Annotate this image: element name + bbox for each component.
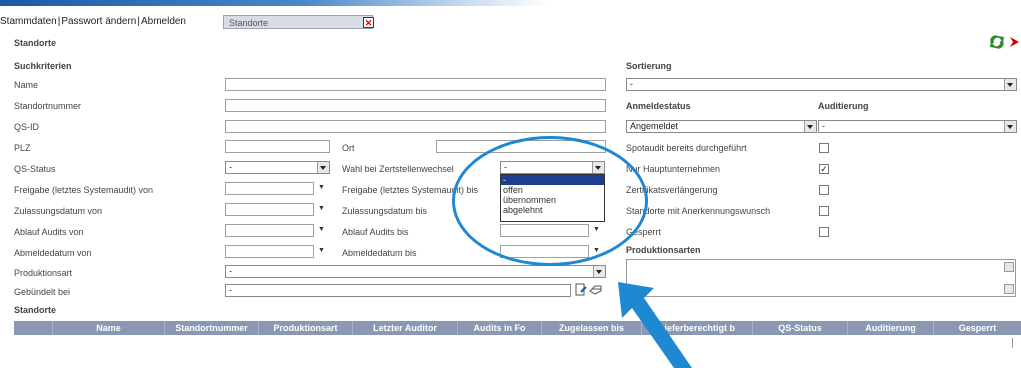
zul-von-input[interactable] [225, 203, 314, 216]
column-header[interactable]: Letzter Auditor [352, 321, 457, 335]
sort-heading: Sortierung [626, 61, 672, 71]
ort-label: Ort [342, 143, 355, 153]
page-title: Standorte [14, 38, 57, 48]
gesperrt-checkbox[interactable] [819, 227, 829, 237]
haupt-label: Nur Hauptunternehmen [626, 164, 721, 174]
chevron-down-icon [317, 162, 329, 173]
name-label: Name [14, 80, 39, 90]
produktionsart-select[interactable]: - [225, 265, 606, 278]
ablauf-von-label: Ablauf Audits von [14, 227, 84, 237]
qsid-input[interactable] [225, 120, 606, 133]
abmelde-bis-label: Abmeldedatum bis [342, 248, 417, 258]
spotaudit-label: Spotaudit bereits durchgeführt [626, 143, 747, 153]
audit-value: - [822, 121, 825, 131]
tab-close-icon[interactable]: ✕ [363, 17, 374, 28]
qsid-label: QS-ID [14, 122, 40, 132]
sort-value: - [630, 79, 633, 89]
qsstatus-select[interactable]: - [225, 161, 330, 174]
zul-von-label: Zulassungsdatum von [14, 206, 103, 216]
highlight-ellipse [452, 136, 648, 266]
column-header[interactable]: Audits in Fo [457, 321, 541, 335]
tab-standorte[interactable]: Standorte [223, 15, 373, 29]
anerkennung-label: Standorte mit Anerkennungswunsch [626, 206, 771, 216]
produktionsart-label: Produktionsart [14, 268, 73, 278]
column-header[interactable]: Gesperrt [933, 321, 1021, 335]
calendar-arrow-icon[interactable]: ▼ [318, 247, 325, 254]
nav-abmelden[interactable]: Abmelden [141, 16, 186, 27]
column-header[interactable]: Produktionsart [258, 321, 352, 335]
name-input[interactable] [225, 78, 606, 91]
ablauf-von-input[interactable] [225, 224, 314, 237]
calendar-arrow-icon[interactable]: ▼ [318, 226, 325, 233]
ablauf-bis-label: Ablauf Audits bis [342, 227, 409, 237]
audit-heading: Auditierung [818, 101, 869, 111]
scroll-up-icon[interactable] [1004, 262, 1014, 272]
zul-bis-label: Zulassungsdatum bis [342, 206, 428, 216]
search-heading: Suchkriterien [14, 61, 72, 71]
gebuendelt-label: Gebündelt bei [14, 287, 71, 297]
gebuendelt-value: - [229, 285, 232, 295]
chevron-down-icon [1004, 79, 1016, 90]
produktionsart-value: - [229, 266, 232, 276]
wahl-label: Wahl bei Zertstellenwechsel [342, 164, 454, 174]
prod-heading: Produktionsarten [626, 245, 701, 255]
column-header[interactable]: QS-Status [752, 321, 847, 335]
scroll-down-icon[interactable] [1004, 284, 1014, 294]
edit-document-icon[interactable] [575, 283, 587, 296]
standortnummer-label: Standortnummer [14, 101, 82, 111]
zert-checkbox[interactable] [819, 185, 829, 195]
qsstatus-label: QS-Status [14, 164, 56, 174]
anmelde-heading: Anmeldestatus [626, 101, 691, 111]
audit-select[interactable]: - [818, 120, 1017, 133]
results-table-header: Name Standortnummer Produktionsart Letzt… [14, 321, 1021, 335]
gebuendelt-input[interactable]: - [225, 284, 571, 297]
chevron-down-icon [593, 266, 605, 277]
spotaudit-checkbox[interactable] [819, 143, 829, 153]
anmelde-select[interactable]: Angemeldet [626, 120, 817, 133]
abmelde-von-label: Abmeldedatum von [14, 248, 92, 258]
results-heading: Standorte [14, 305, 57, 315]
calendar-arrow-icon[interactable]: ▼ [318, 184, 325, 191]
top-nav: Stammdaten|Passwort ändern|Abmelden [0, 16, 186, 27]
haupt-checkbox[interactable]: ✓ [819, 164, 829, 174]
sort-select[interactable]: - [626, 78, 1017, 91]
qsstatus-value: - [229, 162, 232, 172]
column-header[interactable]: Standortnummer [164, 321, 258, 335]
freigabe-von-label: Freigabe (letztes Systemaudit) von [14, 185, 154, 195]
annotation-arrow-icon [618, 282, 692, 368]
column-header[interactable]: Auditierung [847, 321, 933, 335]
nav-passwort[interactable]: Passwort ändern [61, 16, 136, 27]
standortnummer-input[interactable] [225, 99, 606, 112]
calendar-arrow-icon[interactable]: ▼ [318, 205, 325, 212]
top-banner [0, 0, 550, 6]
chevron-down-icon [1004, 121, 1016, 132]
plz-label: PLZ [14, 143, 31, 153]
plz-input[interactable] [225, 140, 330, 153]
abmelde-von-input[interactable] [225, 245, 314, 258]
table-scrollbar[interactable] [1012, 338, 1019, 348]
anerkennung-checkbox[interactable] [819, 206, 829, 216]
tab-label: Standorte [229, 18, 269, 28]
freigabe-von-input[interactable] [225, 182, 314, 195]
nav-stammdaten[interactable]: Stammdaten [0, 16, 57, 27]
anmelde-value: Angemeldet [630, 121, 679, 131]
chevron-down-icon [804, 121, 816, 132]
column-header[interactable]: Name [52, 321, 164, 335]
refresh-icon[interactable] [988, 34, 1021, 50]
